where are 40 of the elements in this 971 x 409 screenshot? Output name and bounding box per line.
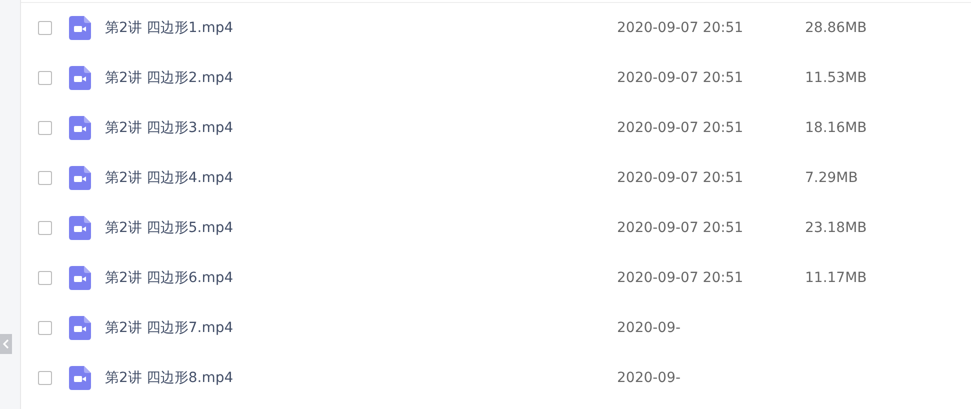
checkbox[interactable] [38,71,52,85]
file-size: 28.86MB [805,20,867,36]
collapse-button[interactable] [0,334,12,354]
video-file-icon [69,216,91,240]
checkbox[interactable] [38,221,52,235]
modified-date: 2020-09-07 20:51 [617,20,744,36]
modified-date: 2020-09- [617,320,682,336]
video-file-icon [69,316,91,340]
video-file-icon [69,66,91,90]
file-name[interactable]: 第2讲 四边形7.mp4 [105,319,617,337]
checkbox[interactable] [38,321,52,335]
checkbox[interactable] [38,121,52,135]
file-name[interactable]: 第2讲 四边形5.mp4 [105,219,617,237]
file-name[interactable]: 第2讲 四边形8.mp4 [105,369,617,387]
modified-date: 2020-09-07 20:51 [617,220,744,236]
video-file-icon [69,166,91,190]
file-name[interactable]: 第2讲 四边形2.mp4 [105,69,617,87]
file-size: 7.29MB [805,170,858,186]
checkbox[interactable] [38,21,52,35]
file-size: 23.18MB [805,220,867,236]
file-size: 18.16MB [805,120,867,136]
video-file-icon [69,116,91,140]
video-file-icon [69,16,91,40]
file-name[interactable]: 第2讲 四边形4.mp4 [105,169,617,187]
file-name[interactable]: 第2讲 四边形6.mp4 [105,269,617,287]
modified-date: 2020-09-07 20:51 [617,270,744,286]
modified-date: 2020-09-07 20:51 [617,170,744,186]
video-file-icon [69,366,91,390]
file-size: 11.17MB [805,270,867,286]
checkbox[interactable] [38,371,52,385]
video-file-icon [69,266,91,290]
file-size: 11.53MB [805,70,867,86]
modified-date: 2020-09-07 20:51 [617,120,744,136]
file-name[interactable]: 第2讲 四边形3.mp4 [105,119,617,137]
chevron-left-icon [3,339,9,349]
modified-date: 2020-09- [617,370,682,386]
checkbox[interactable] [38,271,52,285]
file-name[interactable]: 第2讲 四边形1.mp4 [105,19,617,37]
checkbox[interactable] [38,171,52,185]
modified-date: 2020-09-07 20:51 [617,70,744,86]
